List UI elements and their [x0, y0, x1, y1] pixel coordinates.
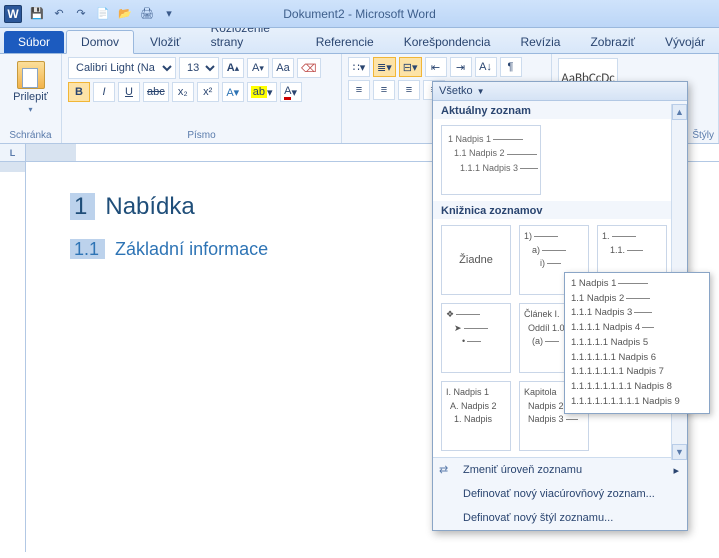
word-app-icon: W — [4, 5, 22, 23]
group-clipboard-label: Schránka — [0, 130, 61, 141]
paste-button[interactable]: Prilepiť ▾ — [6, 57, 55, 118]
chevron-right-icon: ▸ — [673, 464, 679, 477]
title-bar: W 💾 ↶ ↷ 📄 📂 🖨 ▾ Dokument2 - Microsoft Wo… — [0, 0, 719, 28]
clear-format-button[interactable]: ⌫ — [297, 58, 321, 78]
tab-developer[interactable]: Vývojár — [651, 31, 719, 53]
tab-view[interactable]: Zobraziť — [576, 31, 649, 53]
dropdown-header[interactable]: Všetko ▼ — [433, 82, 687, 101]
chevron-down-icon[interactable]: ▾ — [28, 105, 32, 114]
chevron-down-icon: ▼ — [477, 87, 485, 96]
numbering-button[interactable]: ≣▾ — [373, 57, 396, 77]
qat-more-icon[interactable]: ▾ — [160, 5, 178, 23]
tab-file[interactable]: Súbor — [4, 31, 64, 53]
tab-home[interactable]: Domov — [66, 30, 134, 54]
vertical-ruler[interactable] — [0, 162, 26, 552]
heading-2-text: Základní informace — [115, 239, 268, 259]
save-icon[interactable]: 💾 — [28, 5, 46, 23]
scroll-up-button[interactable]: ▲ — [672, 104, 687, 120]
align-center-button[interactable]: ≡ — [373, 80, 395, 100]
text-effects-button[interactable]: A▾ — [222, 82, 244, 102]
ribbon-tabs: Súbor Domov Vložiť Rozloženie strany Ref… — [0, 28, 719, 54]
dropdown-all-label: Všetko — [439, 85, 473, 97]
scroll-down-button[interactable]: ▼ — [672, 444, 687, 460]
font-name-select[interactable]: Calibri Light (Na — [68, 57, 176, 79]
menu-define-style[interactable]: Definovať nový štýl zoznamu... — [433, 506, 687, 530]
group-font: Calibri Light (Na 13 A▴ A▾ Aa ⌫ B I U ab… — [62, 54, 342, 143]
heading-1-number: 1 — [70, 193, 95, 220]
indent-icon: ⇄ — [439, 463, 448, 476]
section-list-library: Knižnica zoznamov — [433, 201, 687, 219]
tab-review[interactable]: Revízia — [506, 31, 574, 53]
sort-button[interactable]: A↓ — [475, 57, 497, 77]
redo-icon[interactable]: ↷ — [72, 5, 90, 23]
tab-insert[interactable]: Vložiť — [136, 31, 195, 53]
paste-icon — [17, 61, 45, 89]
ruler-corner[interactable]: L — [0, 144, 26, 162]
underline-button[interactable]: U — [118, 82, 140, 102]
group-clipboard: Prilepiť ▾ Schránka — [0, 54, 62, 143]
tab-references[interactable]: Referencie — [302, 31, 388, 53]
tab-mailings[interactable]: Korešpondencia — [390, 31, 505, 53]
print-icon[interactable]: 🖨 — [138, 5, 156, 23]
dropdown-menu: ⇄ Zmeniť úroveň zoznamu ▸ Definovať nový… — [433, 457, 687, 530]
window-title: Dokument2 - Microsoft Word — [283, 7, 436, 21]
open-icon[interactable]: 📂 — [116, 5, 134, 23]
quick-access-toolbar: 💾 ↶ ↷ 📄 📂 🖨 ▾ — [28, 5, 178, 23]
font-color-button[interactable]: A▾ — [280, 82, 302, 102]
show-marks-button[interactable]: ¶ — [500, 57, 522, 77]
align-right-button[interactable]: ≡ — [398, 80, 420, 100]
undo-icon[interactable]: ↶ — [50, 5, 68, 23]
section-current-list: Aktuálny zoznam — [433, 101, 687, 119]
paste-label: Prilepiť — [13, 91, 48, 103]
current-list-preview[interactable]: 1 Nadpis 1 1.1 Nadpis 2 1.1.1 Nadpis 3 — [441, 125, 541, 195]
subscript-button[interactable]: x₂ — [172, 82, 194, 102]
increase-indent-button[interactable]: ⇥ — [450, 57, 472, 77]
decrease-indent-button[interactable]: ⇤ — [425, 57, 447, 77]
italic-button[interactable]: I — [93, 82, 115, 102]
group-font-label: Písmo — [62, 130, 341, 141]
heading-2-number: 1.1 — [70, 239, 105, 259]
multilevel-list-button[interactable]: ⊟▾ — [399, 57, 422, 77]
change-case-button[interactable]: Aa — [272, 58, 294, 78]
align-left-button[interactable]: ≡ — [348, 80, 370, 100]
shrink-font-button[interactable]: A▾ — [247, 58, 269, 78]
heading-1-text: Nabídka — [105, 193, 194, 220]
list-option-tooltip: 1 Nadpis 1 1.1 Nadpis 2 1.1.1 Nadpis 3 1… — [564, 272, 710, 414]
new-doc-icon[interactable]: 📄 — [94, 5, 112, 23]
superscript-button[interactable]: x² — [197, 82, 219, 102]
strike-button[interactable]: abc — [143, 82, 169, 102]
menu-change-level[interactable]: ⇄ Zmeniť úroveň zoznamu ▸ — [433, 458, 687, 482]
group-styles-label: Štýly — [692, 130, 714, 141]
bullets-button[interactable]: ∷▾ — [348, 57, 370, 77]
bold-button[interactable]: B — [68, 82, 90, 102]
menu-define-list[interactable]: Definovať nový viacúrovňový zoznam... — [433, 482, 687, 506]
list-option-7[interactable]: I. Nadpis 1 A. Nadpis 2 1. Nadpis — [441, 381, 511, 451]
grow-font-button[interactable]: A▴ — [222, 58, 244, 78]
list-option-4[interactable]: ❖ ➤ • — [441, 303, 511, 373]
highlight-button[interactable]: ab▾ — [247, 82, 277, 102]
list-option-none[interactable]: Žiadne — [441, 225, 511, 295]
font-size-select[interactable]: 13 — [179, 57, 219, 79]
